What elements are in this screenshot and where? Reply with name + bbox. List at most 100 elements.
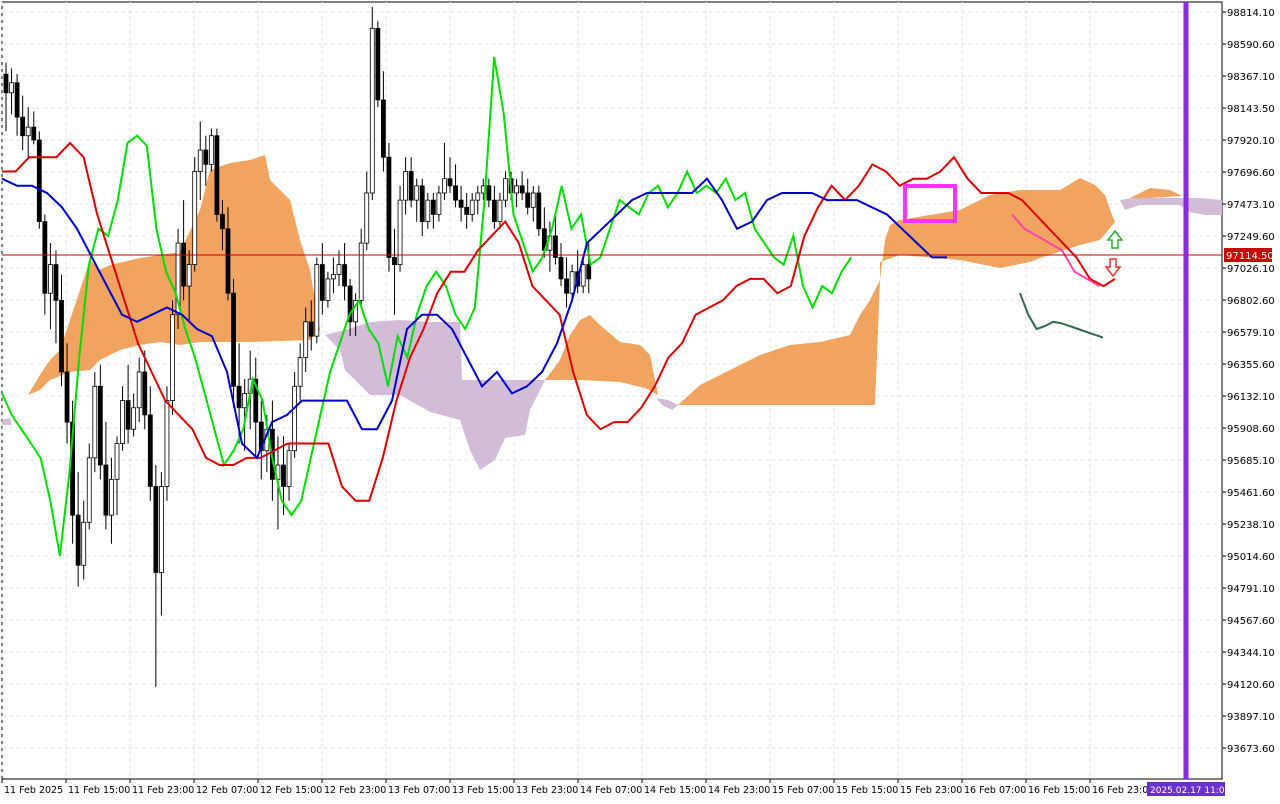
candle-body xyxy=(430,199,436,215)
candle-body xyxy=(225,228,231,294)
candle-body xyxy=(25,126,31,137)
candle-body xyxy=(536,192,542,230)
y-tick-label: 97026.10 xyxy=(1227,264,1275,275)
candle-body xyxy=(203,149,209,165)
candle-body xyxy=(519,185,525,194)
candle-body xyxy=(14,82,20,118)
y-tick-label: 97473.10 xyxy=(1227,200,1275,211)
candle-body xyxy=(503,178,508,201)
plot-area xyxy=(1,1,1223,780)
candle-body xyxy=(392,257,397,265)
candle-body xyxy=(558,257,564,280)
candle-body xyxy=(436,192,442,215)
candle-body xyxy=(281,464,286,487)
candle-body xyxy=(286,450,292,487)
y-tick-label: 96132.10 xyxy=(1227,392,1275,403)
candle-body xyxy=(158,486,164,573)
candle-body xyxy=(325,278,331,301)
candle-body xyxy=(403,171,409,201)
candle-body xyxy=(109,478,114,516)
candle-body xyxy=(92,385,98,459)
y-tick-label: 95014.60 xyxy=(1227,552,1275,563)
y-tick-label: 97696.60 xyxy=(1227,168,1275,179)
chart-window[interactable]: 98814.10 98590.60 98367.10 98143.50 97920.10… xyxy=(0,0,1280,800)
x-tick-label: 14 Feb 07:00 xyxy=(580,785,642,796)
candle-body xyxy=(59,299,64,373)
candle-body xyxy=(3,73,9,94)
candle-body xyxy=(491,199,497,223)
candle-body xyxy=(297,357,303,387)
candle-body xyxy=(314,264,320,337)
candle-body xyxy=(153,486,159,573)
candle-body xyxy=(564,278,569,294)
candle-body xyxy=(342,264,347,287)
candle-body xyxy=(75,514,81,566)
candle-body xyxy=(369,27,375,194)
x-tick-label: 13 Feb 07:00 xyxy=(388,785,450,796)
candle-body xyxy=(231,292,236,387)
y-tick-label: 95685.10 xyxy=(1227,456,1275,467)
price-chart[interactable]: 98814.10 98590.60 98367.10 98143.50 97920.10… xyxy=(0,0,1280,800)
candle-body xyxy=(103,464,109,516)
x-tick-label: 12 Feb 07:00 xyxy=(196,785,258,796)
candle-body xyxy=(514,185,519,194)
y-tick-label: 96579.10 xyxy=(1227,328,1275,339)
candle-body xyxy=(586,264,592,280)
y-tick-label: 93673.60 xyxy=(1227,744,1275,755)
price-axis[interactable]: 98814.10 98590.60 98367.10 98143.50 97920.10… xyxy=(1222,8,1275,755)
x-tick-label: 15 Feb 07:00 xyxy=(772,785,834,796)
candle-body xyxy=(331,274,336,280)
y-tick-label: 98143.50 xyxy=(1227,104,1275,115)
x-tick-label: 16 Feb 23:00 xyxy=(1092,785,1154,796)
candle-body xyxy=(114,443,120,480)
candle-body xyxy=(319,264,325,301)
candle-body xyxy=(81,521,87,566)
candle-body xyxy=(364,192,370,244)
y-tick-label: 94791.10 xyxy=(1227,584,1275,595)
candle-body xyxy=(147,414,153,487)
x-tick-label: 16 Feb 07:00 xyxy=(964,785,1026,796)
candle-body xyxy=(36,139,42,223)
x-tick-label: 15 Feb 23:00 xyxy=(900,785,962,796)
candle-body xyxy=(453,185,458,201)
candle-body xyxy=(475,192,481,201)
candle-body xyxy=(292,385,298,452)
candle-body xyxy=(303,321,309,359)
time-cursor-text: 2025.02.17 11:00 xyxy=(1150,786,1231,796)
candle-body xyxy=(9,82,14,94)
candle-body xyxy=(530,192,536,208)
y-tick-label: 94120.60 xyxy=(1227,680,1275,691)
y-tick-label: 94344.10 xyxy=(1227,648,1275,659)
candle-body xyxy=(497,199,503,223)
x-tick-label: 13 Feb 15:00 xyxy=(452,785,514,796)
candle-body xyxy=(336,264,342,276)
y-tick-label: 95238.10 xyxy=(1227,520,1275,531)
candle-body xyxy=(131,407,137,430)
candle-body xyxy=(442,178,447,194)
candle-body xyxy=(447,178,453,187)
candle-body xyxy=(142,371,148,416)
candle-body xyxy=(408,171,414,201)
candle-body xyxy=(386,156,392,258)
candle-body xyxy=(214,135,220,215)
y-tick-label: 97249.60 xyxy=(1227,232,1275,243)
candle-body xyxy=(64,371,70,423)
y-tick-label: 95908.60 xyxy=(1227,424,1275,435)
x-tick-label: 15 Feb 15:00 xyxy=(836,785,898,796)
candle-body xyxy=(553,235,558,258)
y-tick-label: 98814.10 xyxy=(1227,8,1275,19)
candle-body xyxy=(464,206,470,215)
candle-body xyxy=(425,199,431,223)
x-tick-label: 12 Feb 23:00 xyxy=(324,785,386,796)
candle-body xyxy=(358,242,364,301)
candle-body xyxy=(486,185,492,201)
x-tick-label: 11 Feb 15:00 xyxy=(68,785,130,796)
y-tick-label: 94567.60 xyxy=(1227,616,1275,627)
x-tick-label: 11 Feb 2025 xyxy=(4,785,63,796)
x-tick-label: 11 Feb 23:00 xyxy=(132,785,194,796)
time-axis[interactable]: 11 Feb 2025 11 Feb 15:00 11 Feb 23:00 12 Fe… xyxy=(1,779,1154,796)
candle-body xyxy=(469,199,475,215)
candle-body xyxy=(208,135,214,165)
candle-body xyxy=(53,264,59,301)
y-tick-label: 98590.60 xyxy=(1227,40,1275,51)
